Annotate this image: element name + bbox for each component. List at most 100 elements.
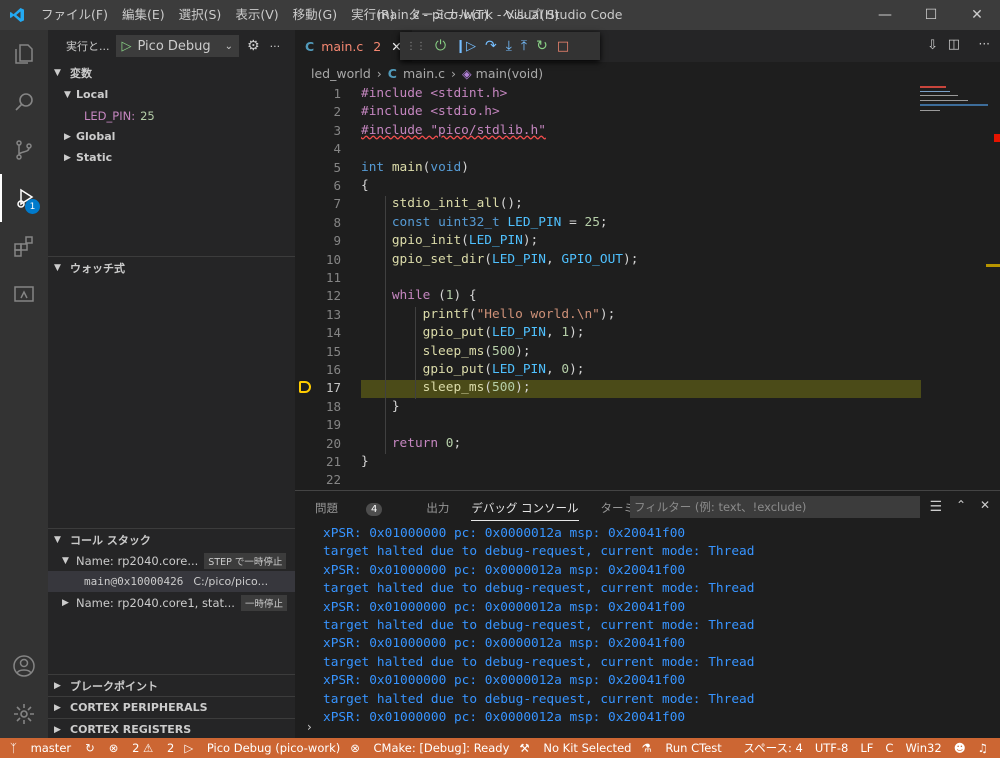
open-changes-icon[interactable]: ⇩: [927, 38, 938, 53]
thread-name: Name: rp2040.core...: [76, 553, 199, 568]
variables-header[interactable]: ▼ 変数: [48, 62, 295, 84]
step-into-icon[interactable]: ⤓: [506, 38, 512, 54]
minimap[interactable]: [916, 84, 1000, 490]
cmake-item[interactable]: ⊗ CMake: [Debug]: Ready: [350, 741, 509, 755]
start-debug-icon[interactable]: ▷: [122, 39, 132, 54]
step-out-icon[interactable]: ⤒: [521, 38, 527, 54]
sync-icon[interactable]: ↻: [85, 741, 95, 755]
menu-view[interactable]: 表示(V): [228, 0, 285, 30]
menu-run[interactable]: 実行(R): [344, 0, 401, 30]
ctest-item[interactable]: ⚗ Run CTest: [641, 741, 721, 755]
console-line: target halted due to debug-request, curr…: [323, 581, 755, 597]
thread-core1[interactable]: ▶ Name: rp2040.core1, stat... 一時停止: [48, 592, 295, 613]
menu-edit[interactable]: 編集(E): [115, 0, 172, 30]
console-line: target halted due to debug-request, curr…: [323, 618, 755, 634]
gear-icon[interactable]: ⚙: [247, 38, 260, 54]
encoding-item[interactable]: UTF-8: [815, 741, 849, 755]
variable-led-pin[interactable]: LED_PIN: 25: [48, 105, 295, 126]
step-over-icon[interactable]: ↷: [485, 38, 497, 54]
scope-local-label: Local: [76, 88, 109, 101]
close-panel-icon[interactable]: ✕: [980, 498, 990, 512]
tab-debug-console[interactable]: デバッグ コンソール: [471, 500, 579, 521]
continue-icon[interactable]: ❙▷: [455, 39, 476, 54]
menu-help[interactable]: ヘルプ(H): [495, 0, 566, 30]
chevron-down-icon: ⌄: [224, 40, 234, 52]
split-editor-icon[interactable]: ◫: [948, 37, 960, 52]
scope-global[interactable]: ▶ Global: [48, 126, 295, 147]
title-bar: ファイル(F) 編集(E) 選択(S) 表示(V) 移動(G) 実行(R) ター…: [0, 0, 1000, 30]
debug-session-item[interactable]: ▷ Pico Debug (pico-work): [184, 741, 340, 755]
menu-file[interactable]: ファイル(F): [34, 0, 115, 30]
language-item[interactable]: C: [885, 741, 893, 755]
code-line: while (1) {: [391, 288, 477, 304]
breakpoints-header[interactable]: ▶ ブレークポイント: [48, 674, 295, 696]
indentation-item[interactable]: スペース: 4: [743, 740, 802, 756]
menu-selection[interactable]: 選択(S): [172, 0, 229, 30]
explorer-icon[interactable]: [0, 30, 48, 78]
window-controls: — ☐ ✕: [862, 0, 1000, 30]
thread-core0[interactable]: ▼ Name: rp2040.core... STEP で一時停止: [48, 550, 295, 571]
extensions-icon[interactable]: [0, 222, 48, 270]
console-filter-input[interactable]: フィルター (例: text、!exclude): [630, 496, 920, 518]
watch-header[interactable]: ▼ ウォッチ式: [48, 256, 295, 278]
line-number: 9: [333, 233, 341, 249]
console-line: xPSR: 0x01000000 pc: 0x0000012a msp: 0x2…: [323, 636, 686, 652]
chevron-right-icon: ▶: [54, 724, 61, 735]
close-window-icon[interactable]: ✕: [954, 0, 1000, 30]
menu-terminal[interactable]: ターミナル(T): [402, 0, 496, 30]
chevron-right-icon: ▶: [64, 131, 71, 142]
maximize-icon[interactable]: ☐: [908, 0, 954, 30]
stack-frame-main[interactable]: main@0x10000426 C:/pico/pico...: [48, 571, 295, 592]
console-line: xPSR: 0x01000000 pc: 0x0000012a msp: 0x2…: [323, 599, 686, 615]
tab-problems[interactable]: 問題 4: [315, 500, 404, 516]
bottom-panel: 問題4 出力 デバッグ コンソール ターミナル フィルター (例: text、!…: [295, 490, 1000, 738]
clear-console-icon[interactable]: ☰: [929, 499, 942, 515]
eol-item[interactable]: LF: [860, 741, 873, 755]
console-line: xPSR: 0x01000000 pc: 0x0000012a msp: 0x2…: [323, 673, 686, 689]
code-line: }: [361, 454, 369, 469]
maximize-panel-icon[interactable]: ⌃: [956, 498, 966, 512]
peripherals-header[interactable]: ▶ CORTEX PERIPHERALS: [48, 696, 295, 718]
scope-static[interactable]: ▶ Static: [48, 147, 295, 168]
minimize-icon[interactable]: —: [862, 0, 908, 30]
console-line: target halted due to debug-request, curr…: [323, 654, 755, 670]
stop-icon[interactable]: □: [557, 39, 569, 54]
scope-local[interactable]: ▼ Local: [48, 84, 295, 105]
breadcrumb-file[interactable]: main.c: [403, 66, 445, 81]
console-prompt-icon[interactable]: ›: [307, 720, 312, 734]
registers-header[interactable]: ▶ CORTEX REGISTERS: [48, 718, 295, 740]
callstack-header[interactable]: ▼ コール スタック: [48, 528, 295, 550]
source-control-icon[interactable]: [0, 126, 48, 174]
code-line: gpio_init(LED_PIN);: [391, 233, 539, 249]
kit-item[interactable]: ⚒ No Kit Selected: [519, 741, 631, 755]
notifications-bell-icon[interactable]: ♫: [978, 741, 988, 755]
remote-explorer-icon[interactable]: [0, 270, 48, 318]
line-number: 6: [333, 178, 341, 193]
settings-gear-icon[interactable]: [0, 690, 48, 738]
drag-handle-icon[interactable]: ⋮⋮: [406, 41, 426, 52]
debug-session-label: Pico Debug (pico-work): [206, 741, 341, 755]
code-editor[interactable]: 1 #include <stdint.h> 2 #include <stdio.h> 3…: [295, 84, 1000, 490]
more-actions-icon[interactable]: ···: [979, 37, 990, 51]
run-debug-icon[interactable]: 1: [0, 174, 48, 222]
platform-item[interactable]: Win32: [905, 741, 941, 755]
line-number: 16: [325, 362, 341, 377]
code-line: gpio_set_dir(LED_PIN, GPIO_OUT);: [391, 251, 639, 267]
restart-icon[interactable]: ↻: [536, 38, 548, 54]
search-icon[interactable]: [0, 78, 48, 126]
more-icon[interactable]: ···: [270, 40, 281, 53]
tab-main-c[interactable]: C main.c 2 ✕: [295, 30, 412, 62]
breadcrumb-symbol[interactable]: main(void): [476, 66, 543, 81]
feedback-icon[interactable]: ☻: [954, 741, 966, 755]
line-number: 7: [333, 196, 341, 212]
tab-output[interactable]: 出力: [426, 500, 449, 516]
account-icon[interactable]: [0, 642, 48, 690]
problems-count-badge: 4: [366, 503, 383, 516]
problems-item[interactable]: ⊗ 2 ⚠ 2: [109, 741, 175, 755]
breadcrumb-folder[interactable]: led_world: [311, 66, 371, 81]
debug-config-select[interactable]: ▷ Pico Debug ⌄: [115, 35, 240, 57]
branch-item[interactable]: ᛉ master: [10, 741, 71, 755]
disconnect-icon[interactable]: ⏻: [435, 38, 446, 54]
menu-go[interactable]: 移動(G): [286, 0, 344, 30]
branch-name: master: [30, 741, 72, 755]
